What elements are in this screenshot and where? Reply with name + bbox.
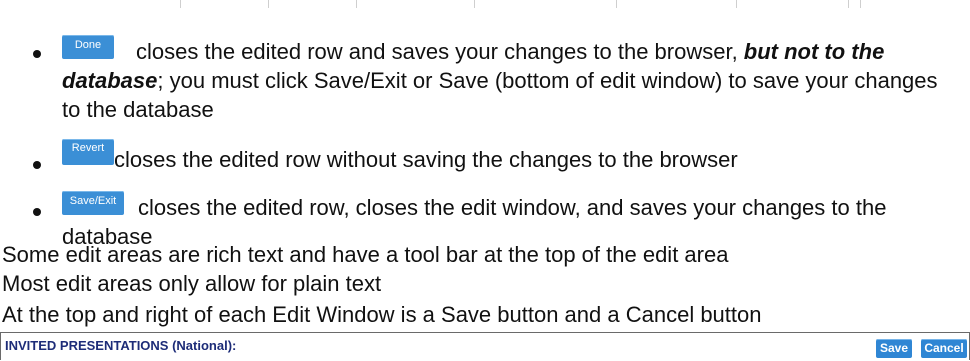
edit-window-header: INVITED PRESENTATIONS (National): Save C… (0, 332, 970, 360)
save-exit-button[interactable]: Save/Exit (62, 191, 124, 215)
done-description-cont: ; you must click Save/Exit or Save (bott… (62, 68, 938, 122)
edit-window-title: INVITED PRESENTATIONS (National): (5, 338, 237, 353)
text-line: Some edit areas are rich text and have a… (2, 242, 729, 267)
revert-button[interactable]: Revert (62, 139, 114, 165)
list-item-text: Revert closes the edited row without savi… (62, 139, 942, 174)
save-button[interactable]: Save (876, 339, 912, 358)
done-button[interactable]: Done (62, 35, 114, 59)
text-line: Most edit areas only allow for plain tex… (2, 271, 382, 296)
top-edge-strip (0, 0, 970, 8)
done-description: closes the edited row and saves your cha… (136, 39, 744, 64)
bullet-dot (33, 50, 41, 58)
revert-description: closes the edited row without saving the… (114, 147, 738, 172)
bullet-dot (33, 208, 41, 216)
bullet-dot (33, 161, 41, 169)
cancel-button[interactable]: Cancel (921, 339, 967, 358)
text-line: At the top and right of each Edit Window… (2, 302, 762, 327)
list-item-text: Done closes the edited row and saves your… (62, 35, 942, 124)
